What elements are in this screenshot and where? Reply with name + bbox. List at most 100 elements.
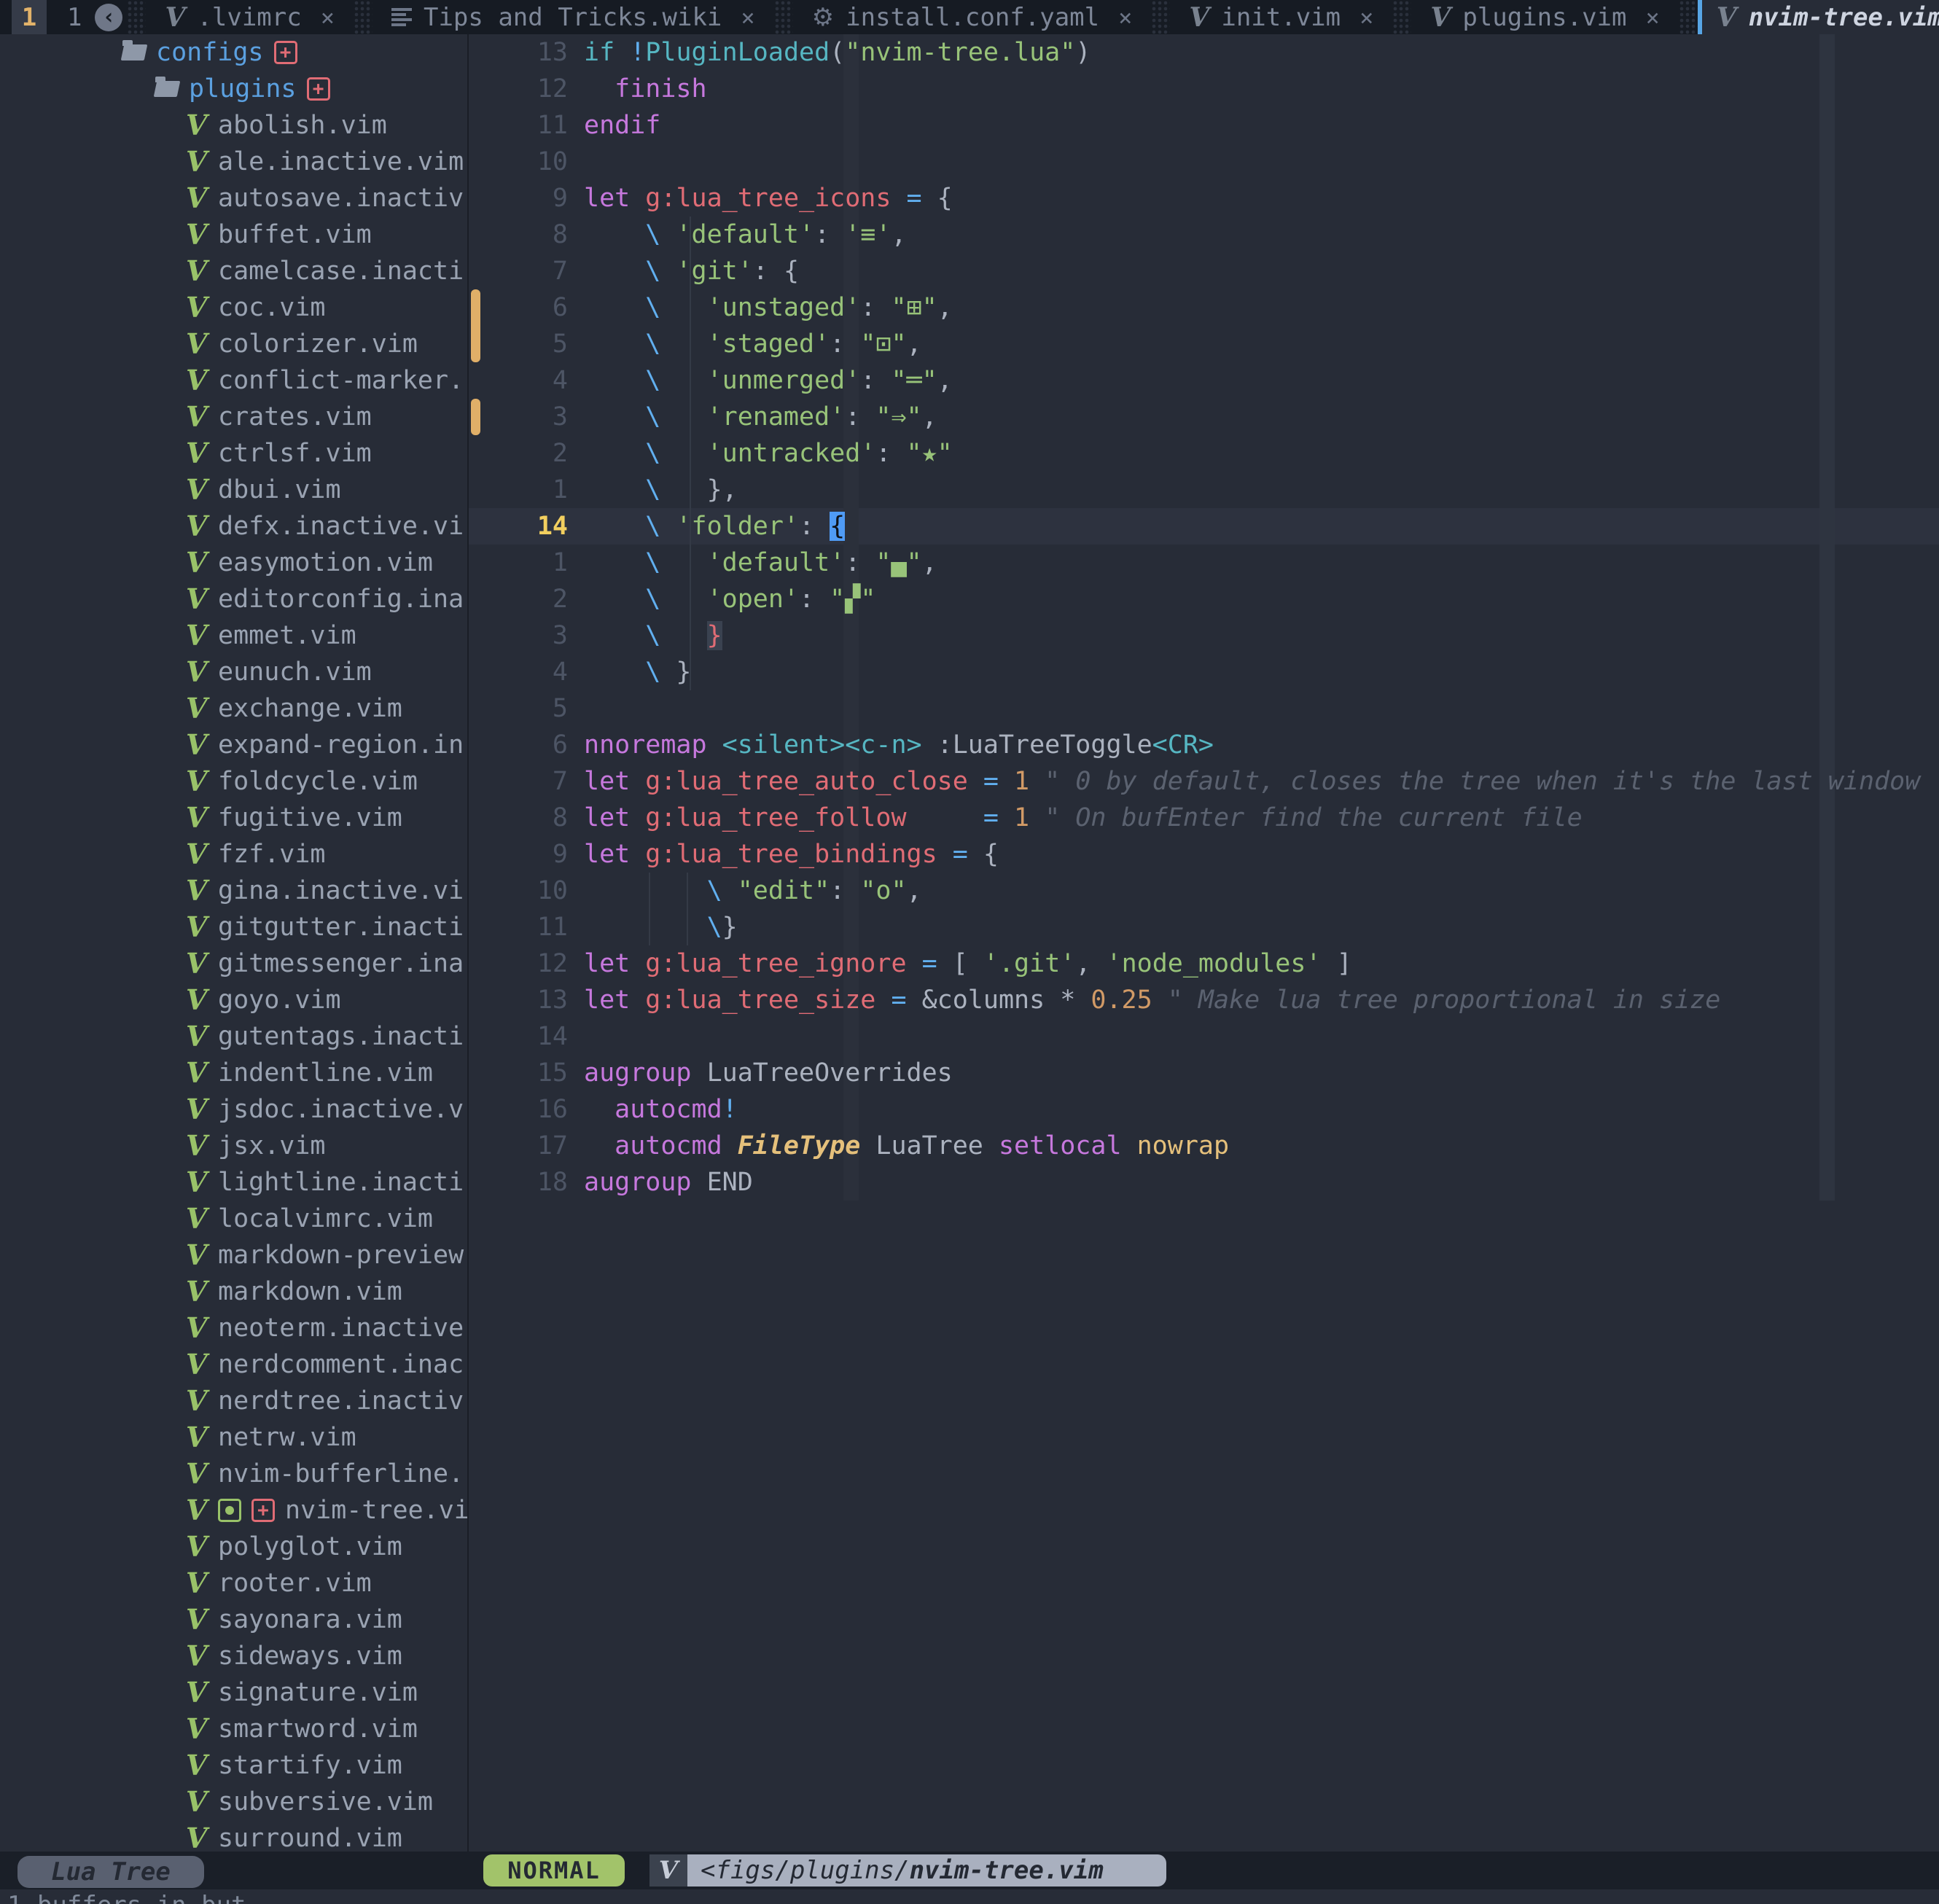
code-line[interactable]: 10 (469, 144, 1939, 180)
tree-file-markdown-vim[interactable]: Vmarkdown.vim (0, 1273, 467, 1310)
tree-file-camelcase-inacti[interactable]: Vcamelcase.inacti (0, 253, 467, 289)
tree-file-gutentags-inacti[interactable]: Vgutentags.inacti (0, 1018, 467, 1055)
tree-file-netrw-vim[interactable]: Vnetrw.vim (0, 1419, 467, 1456)
tree-file-smartword-vim[interactable]: Vsmartword.vim (0, 1711, 467, 1747)
tree-file-buffet-vim[interactable]: Vbuffet.vim (0, 216, 467, 253)
tree-file-dbui-vim[interactable]: Vdbui.vim (0, 472, 467, 508)
code-line[interactable]: 16 autocmd! (469, 1091, 1939, 1128)
code-line[interactable]: 2 \ 'open': "▞" (469, 581, 1939, 617)
tree-file-gitgutter-inacti[interactable]: Vgitgutter.inacti (0, 909, 467, 945)
tree-file-foldcycle-vim[interactable]: Vfoldcycle.vim (0, 763, 467, 800)
tree-folder-configs[interactable]: configs+ (0, 34, 467, 71)
tree-file-conflict-marker-[interactable]: Vconflict-marker. (0, 362, 467, 399)
tree-file-nerdcomment-inac[interactable]: Vnerdcomment.inac (0, 1346, 467, 1383)
tree-file-crates-vim[interactable]: Vcrates.vim (0, 399, 467, 435)
code-line[interactable]: 4 \ 'unmerged': "═", (469, 362, 1939, 399)
code-line[interactable]: 9let g:lua_tree_bindings = { (469, 836, 1939, 873)
tab-init-vim[interactable]: Vinit.vim× (1170, 0, 1392, 34)
tree-file-polyglot-vim[interactable]: Vpolyglot.vim (0, 1529, 467, 1565)
tree-file-jsx-vim[interactable]: Vjsx.vim (0, 1128, 467, 1164)
tree-file-indentline-vim[interactable]: Vindentline.vim (0, 1055, 467, 1091)
tree-file-nerdtree-inactiv[interactable]: Vnerdtree.inactiv (0, 1383, 467, 1419)
code-line[interactable]: 6 \ 'unstaged': "⊞", (469, 289, 1939, 326)
tree-file-expand-region-in[interactable]: Vexpand-region.in (0, 727, 467, 763)
code-line[interactable]: 11endif (469, 107, 1939, 144)
tree-file-ale-inactive-vim[interactable]: Vale.inactive.vim (0, 144, 467, 180)
tree-file-eunuch-vim[interactable]: Veunuch.vim (0, 654, 467, 690)
close-icon[interactable]: × (321, 4, 335, 31)
tree-file-abolish-vim[interactable]: Vabolish.vim (0, 107, 467, 144)
code-text: finish (584, 74, 1939, 104)
tree-file-coc-vim[interactable]: Vcoc.vim (0, 289, 467, 326)
tree-file-startify-vim[interactable]: Vstartify.vim (0, 1747, 467, 1784)
tree-file-easymotion-vim[interactable]: Veasymotion.vim (0, 545, 467, 581)
close-icon[interactable]: × (1359, 4, 1373, 31)
code-line[interactable]: 12 finish (469, 71, 1939, 107)
tree-file-exchange-vim[interactable]: Vexchange.vim (0, 690, 467, 727)
close-icon[interactable]: × (741, 4, 754, 31)
tree-file-sideways-vim[interactable]: Vsideways.vim (0, 1638, 467, 1674)
tree-file-autosave-inactiv[interactable]: Vautosave.inactiv (0, 180, 467, 216)
close-icon[interactable]: × (1118, 4, 1132, 31)
tab-plugins-vim[interactable]: Vplugins.vim× (1411, 0, 1678, 34)
tab-nvim-tree-vim[interactable]: Vnvim-tree.vim× (1698, 0, 1939, 34)
tree-file-sayonara-vim[interactable]: Vsayonara.vim (0, 1601, 467, 1638)
code-line[interactable]: 15augroup LuaTreeOverrides (469, 1055, 1939, 1091)
code-line[interactable]: 2 \ 'untracked': "★" (469, 435, 1939, 472)
tree-file-lightline-inacti[interactable]: Vlightline.inacti (0, 1164, 467, 1201)
tree-file-neoterm-inactive[interactable]: Vneoterm.inactive (0, 1310, 467, 1346)
tree-file-fzf-vim[interactable]: Vfzf.vim (0, 836, 467, 873)
code-line[interactable]: 11 \} (469, 909, 1939, 945)
tree-file-colorizer-vim[interactable]: Vcolorizer.vim (0, 326, 467, 362)
tree-file-gina-inactive-vi[interactable]: Vgina.inactive.vi (0, 873, 467, 909)
tree-file-surround-vim[interactable]: Vsurround.vim (0, 1820, 467, 1852)
tree-file-fugitive-vim[interactable]: Vfugitive.vim (0, 800, 467, 836)
code-line[interactable]: 17 autocmd FileType LuaTree setlocal now… (469, 1128, 1939, 1164)
tree-file-localvimrc-vim[interactable]: Vlocalvimrc.vim (0, 1201, 467, 1237)
tree-item-label: emmet.vim (218, 621, 356, 650)
editor-window[interactable]: 13if !PluginLoaded("nvim-tree.lua")12 fi… (469, 34, 1939, 1852)
code-line[interactable]: 13let g:lua_tree_size = &columns * 0.25 … (469, 982, 1939, 1018)
code-line[interactable]: 18augroup END (469, 1164, 1939, 1201)
code-line[interactable]: 8 \ 'default': '≡', (469, 216, 1939, 253)
tree-file-markdown-preview[interactable]: Vmarkdown-preview (0, 1237, 467, 1273)
tree-folder-plugins[interactable]: plugins+ (0, 71, 467, 107)
vim-file-icon: V (186, 585, 208, 613)
tree-file-rooter-vim[interactable]: Vrooter.vim (0, 1565, 467, 1601)
tree-file-signature-vim[interactable]: Vsignature.vim (0, 1674, 467, 1711)
code-line[interactable]: 7let g:lua_tree_auto_close = 1 " 0 by de… (469, 763, 1939, 800)
tree-file-defx-inactive-vi[interactable]: Vdefx.inactive.vi (0, 508, 467, 545)
code-text: let g:lua_tree_bindings = { (584, 840, 1939, 869)
git-unstaged-icon: + (307, 77, 330, 101)
tab-install-conf-yaml[interactable]: ⚙install.conf.yaml× (793, 0, 1152, 34)
tree-file-goyo-vim[interactable]: Vgoyo.vim (0, 982, 467, 1018)
tree-file-subversive-vim[interactable]: Vsubversive.vim (0, 1784, 467, 1820)
code-line[interactable]: 3 \ 'renamed': "⇒", (469, 399, 1939, 435)
code-line[interactable]: 9let g:lua_tree_icons = { (469, 180, 1939, 216)
close-icon[interactable]: × (1645, 4, 1659, 31)
code-line[interactable]: 5 (469, 690, 1939, 727)
tree-file-emmet-vim[interactable]: Vemmet.vim (0, 617, 467, 654)
code-line[interactable]: 6nnoremap <silent><c-n> :LuaTreeToggle<C… (469, 727, 1939, 763)
code-line[interactable]: 13if !PluginLoaded("nvim-tree.lua") (469, 34, 1939, 71)
tree-file-gitmessenger-ina[interactable]: Vgitmessenger.ina (0, 945, 467, 982)
code-line[interactable]: 12let g:lua_tree_ignore = [ '.git', 'nod… (469, 945, 1939, 982)
tree-file-editorconfig-ina[interactable]: Veditorconfig.ina (0, 581, 467, 617)
code-line[interactable]: 5 \ 'staged': "⊡", (469, 326, 1939, 362)
code-line[interactable]: 8let g:lua_tree_follow = 1 " On bufEnter… (469, 800, 1939, 836)
code-line[interactable]: 3 \ } (469, 617, 1939, 654)
back-circle-icon[interactable]: ‹ (95, 4, 122, 31)
tree-file-ctrlsf-vim[interactable]: Vctrlsf.vim (0, 435, 467, 472)
code-line[interactable]: 1 \ 'default': "▄", (469, 545, 1939, 581)
code-line[interactable]: 1 \ }, (469, 472, 1939, 508)
tree-file-nvim-tree-vi[interactable]: V+nvim-tree.vi (0, 1492, 467, 1529)
tree-file-nvim-bufferline-[interactable]: Vnvim-bufferline. (0, 1456, 467, 1492)
code-line[interactable]: 4 \ } (469, 654, 1939, 690)
code-line[interactable]: 14 (469, 1018, 1939, 1055)
code-line[interactable]: 10 \ "edit": "o", (469, 873, 1939, 909)
code-line-current[interactable]: 14 \ 'folder': { (469, 508, 1939, 545)
tab-tips-and-tricks-wiki[interactable]: Tips and Tricks.wiki× (372, 0, 774, 34)
tab--lvimrc[interactable]: V.lvimrc× (146, 0, 354, 34)
tree-file-jsdoc-inactive-v[interactable]: Vjsdoc.inactive.v (0, 1091, 467, 1128)
code-line[interactable]: 7 \ 'git': { (469, 253, 1939, 289)
